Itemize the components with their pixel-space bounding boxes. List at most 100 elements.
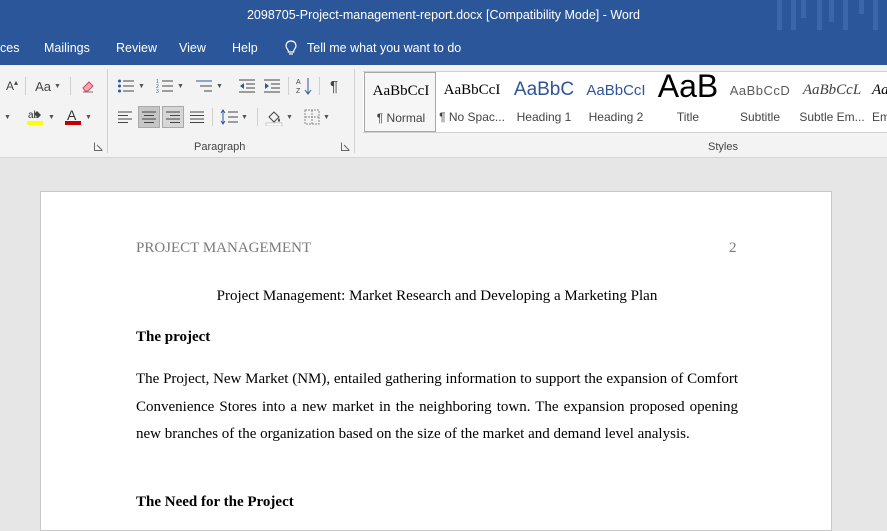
font-color-icon: A: [65, 107, 82, 125]
chevron-down-icon: ▼: [48, 113, 55, 121]
style-preview: AaB: [657, 72, 719, 104]
style-emphasis[interactable]: Aa Em: [868, 72, 887, 132]
font-dialog-launcher-icon[interactable]: [94, 142, 103, 151]
shading-button[interactable]: ▼: [262, 106, 296, 128]
lightbulb-icon: [285, 40, 297, 55]
document-page[interactable]: PROJECT MANAGEMENT 2 Project Management:…: [40, 191, 832, 531]
align-left-button[interactable]: [114, 106, 136, 128]
show-hide-button[interactable]: ¶: [324, 75, 344, 97]
style-preview: AaBbCcL: [802, 82, 862, 98]
highlighter-icon: ab: [27, 110, 44, 125]
numbering-button[interactable]: 123 ▼: [153, 75, 187, 97]
svg-text:Z: Z: [296, 88, 301, 95]
clear-formatting-button[interactable]: [77, 75, 99, 97]
chevron-down-icon: ▼: [85, 113, 92, 121]
style-name: Subtitle: [739, 110, 781, 124]
line-spacing-icon: [220, 109, 239, 125]
style-heading-1[interactable]: AaBbC Heading 1: [508, 72, 580, 132]
tell-me-search[interactable]: Tell me what you want to do: [285, 40, 461, 56]
chevron-down-icon: ▼: [4, 113, 11, 121]
style-preview: AaBbCcI: [372, 83, 430, 99]
style-name: Title: [676, 110, 700, 124]
chevron-down-icon: ▼: [53, 82, 61, 90]
chevron-down-icon: ▼: [177, 82, 184, 90]
decrease-indent-icon: [239, 79, 255, 93]
style-subtitle[interactable]: AaBbCcD Subtitle: [724, 72, 796, 132]
style-subtle-emphasis[interactable]: AaBbCcL Subtle Em...: [796, 72, 868, 132]
tab-mailings[interactable]: Mailings: [44, 41, 90, 55]
align-center-button[interactable]: [138, 106, 160, 128]
tab-references[interactable]: ces: [0, 41, 19, 55]
paint-bucket-icon: [265, 111, 283, 126]
numbered-list-icon: 123: [156, 79, 174, 94]
style-no-spacing[interactable]: AaBbCcI ¶ No Spac...: [436, 72, 508, 132]
running-header: PROJECT MANAGEMENT: [136, 240, 312, 256]
multilevel-list-button[interactable]: ▼: [192, 75, 226, 97]
sort-button[interactable]: AZ: [293, 75, 315, 97]
line-spacing-button[interactable]: ▼: [217, 106, 251, 128]
change-case-label: Aa: [35, 78, 51, 94]
section-heading: The Need for the Project: [136, 494, 294, 510]
style-preview: AaBbCcD: [729, 83, 791, 98]
title-bar: 2098705-Project-management-report.docx […: [0, 0, 887, 33]
window-title: 2098705-Project-management-report.docx […: [246, 8, 640, 22]
style-heading-2[interactable]: AaBbCcI Heading 2: [580, 72, 652, 132]
chevron-down-icon: ▼: [138, 82, 145, 90]
bullets-button[interactable]: ▼: [114, 75, 148, 97]
ribbon-home: A ▴ Aa ▼ ▼ ab ▼ A ▼ ▼ 1 2 3 ▼ ▼ A Z ¶ ▼ …: [0, 65, 887, 158]
tab-view[interactable]: View: [179, 41, 206, 55]
chevron-down-icon: ▼: [323, 113, 330, 121]
tab-help[interactable]: Help: [232, 41, 258, 55]
style-normal[interactable]: AaBbCcI ¶ Normal: [364, 72, 436, 132]
style-name: ¶ Normal: [376, 111, 426, 125]
tell-me-label: Tell me what you want to do: [307, 41, 462, 55]
grow-arrow-icon: ▴: [14, 77, 19, 87]
section-heading: The project: [136, 329, 211, 345]
chevron-down-icon: ▼: [241, 113, 248, 121]
style-name: Em: [872, 110, 887, 124]
style-title[interactable]: AaB Title: [652, 72, 724, 132]
style-name: Heading 1: [516, 110, 572, 124]
document-title: Project Management: Market Research and …: [216, 288, 658, 304]
style-preview: AaBbC: [513, 79, 575, 100]
borders-icon: [304, 109, 320, 125]
paragraph-dialog-launcher-icon[interactable]: [341, 142, 350, 151]
svg-text:3: 3: [156, 89, 159, 94]
styles-gallery: AaBbCcI ¶ Normal AaBbCcI ¶ No Spac... Aa…: [363, 71, 887, 133]
ribbon-tab-bar: ces Mailings Review View Help Tell me wh…: [0, 33, 887, 65]
justify-button[interactable]: [186, 106, 208, 128]
style-name: Heading 2: [588, 110, 644, 124]
decrease-indent-button[interactable]: [236, 75, 258, 97]
style-name: Subtle Em...: [799, 110, 865, 124]
paragraph-group-label: Paragraph: [194, 141, 246, 153]
font-dropdown-arrow[interactable]: ▼: [0, 106, 12, 128]
increase-indent-icon: [264, 79, 280, 93]
change-case-button[interactable]: Aa ▼: [32, 75, 64, 97]
chevron-down-icon: ▼: [216, 82, 223, 90]
eraser-icon: [82, 81, 94, 93]
justify-icon: [190, 111, 204, 123]
bullet-list-icon: [118, 79, 135, 93]
pilcrow-icon: ¶: [329, 77, 339, 95]
borders-button[interactable]: ▼: [300, 106, 334, 128]
body-paragraph: The Project, New Market (NM), entailed g…: [136, 371, 738, 442]
align-right-icon: [166, 111, 180, 123]
grow-font-button[interactable]: A ▴: [2, 75, 22, 97]
increase-indent-button[interactable]: [261, 75, 283, 97]
page-number: 2: [729, 240, 737, 256]
sort-icon: AZ: [296, 78, 312, 95]
svg-text:A: A: [296, 79, 301, 86]
styles-group-label: Styles: [708, 141, 738, 153]
style-preview: AaBbCcI: [443, 82, 501, 98]
svg-text:A: A: [67, 107, 77, 123]
font-color-button[interactable]: A ▼: [60, 106, 96, 128]
title-bar-pattern: [777, 0, 887, 33]
align-right-button[interactable]: [162, 106, 184, 128]
style-preview: AaBbCcI: [586, 82, 646, 99]
tab-review[interactable]: Review: [116, 41, 157, 55]
style-preview: Aa: [872, 82, 887, 98]
highlight-color-button[interactable]: ab ▼: [20, 106, 60, 128]
chevron-down-icon: ▼: [286, 113, 293, 121]
multilevel-list-icon: [196, 80, 213, 92]
align-left-icon: [118, 111, 132, 123]
